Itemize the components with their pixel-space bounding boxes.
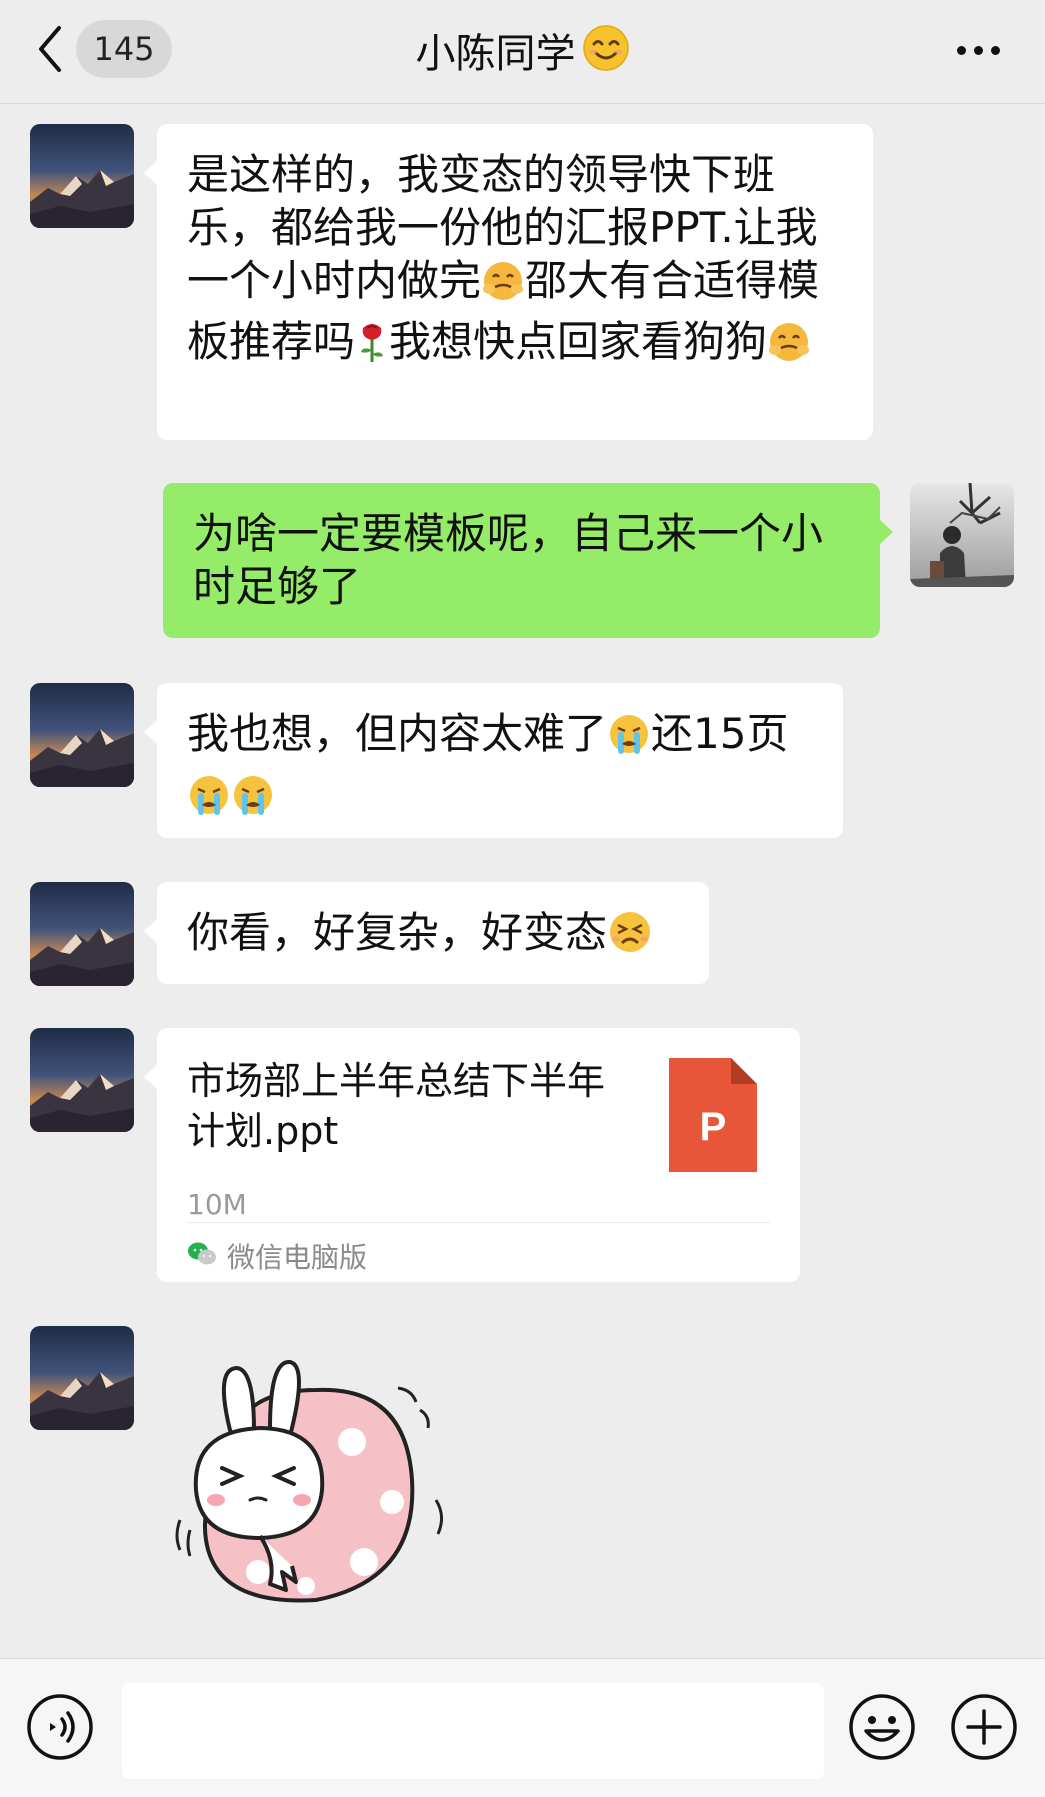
message-bubble-incoming[interactable]: 我也想，但内容太难了 还15页 <box>144 683 843 838</box>
more-options-button[interactable] <box>943 22 1013 78</box>
wechat-logo-icon <box>187 1241 217 1271</box>
contact-avatar[interactable] <box>30 1326 134 1430</box>
file-source: 微信电脑版 <box>187 1236 367 1276</box>
message-text: 我也想，但内容太难了 <box>187 709 608 758</box>
file-message-card[interactable]: 市场部上半年总结下半年计划.ppt 10M P 微信电脑版 <box>144 1028 800 1282</box>
smiling-face-icon <box>582 24 630 76</box>
chevron-left-icon <box>30 21 70 77</box>
crying-face-icon <box>607 712 651 768</box>
divider <box>187 1222 770 1223</box>
message-bubble-incoming[interactable]: 是这样的，我变态的领导快下班乐，都给我一份他的汇报PPT.让我一个小时内做完 邵大… <box>144 124 873 440</box>
message-bubble-incoming[interactable]: 你看，好复杂，好变态 <box>144 882 709 984</box>
file-source-text: 微信电脑版 <box>227 1241 368 1274</box>
input-bar <box>0 1658 1045 1797</box>
crying-face-icon <box>187 773 231 829</box>
hot-face-icon <box>481 259 525 315</box>
ppt-file-icon: P <box>669 1058 757 1172</box>
message-text: 你看，好复杂，好变态 <box>187 908 608 957</box>
file-size: 10M <box>187 1188 247 1221</box>
dot <box>990 45 1000 55</box>
back-button[interactable]: 145 <box>30 18 180 80</box>
contact-avatar[interactable] <box>30 882 134 986</box>
plus-icon[interactable] <box>950 1693 1018 1761</box>
contact-avatar[interactable] <box>30 124 134 228</box>
voice-icon[interactable] <box>26 1693 94 1761</box>
persevering-face-icon <box>607 909 653 967</box>
unread-count-badge: 145 <box>76 20 172 78</box>
file-name: 市场部上半年总结下半年计划.ppt <box>187 1059 606 1153</box>
hot-face-icon <box>767 320 811 376</box>
message-text: 还15页 <box>651 709 789 758</box>
message-input[interactable] <box>122 1683 824 1779</box>
crying-face-icon <box>231 773 275 829</box>
message-text: 为啥一定要模板呢，自己来一个小时足够了 <box>193 509 824 611</box>
message-bubble-outgoing[interactable]: 为啥一定要模板呢，自己来一个小时足够了 <box>163 483 893 638</box>
contact-avatar[interactable] <box>30 1028 134 1132</box>
bunny-squeezing-sticker[interactable] <box>166 1350 462 1622</box>
chat-header: 145 小陈同学 <box>0 0 1045 104</box>
chat-title: 小陈同学 <box>415 31 576 77</box>
dot <box>956 45 966 55</box>
rose-icon <box>355 320 389 376</box>
contact-avatar[interactable] <box>30 683 134 787</box>
dot <box>973 45 983 55</box>
message-text: 我想快点回家看狗狗 <box>389 317 768 366</box>
file-icon-letter: P <box>700 1105 727 1149</box>
my-avatar[interactable] <box>910 483 1014 587</box>
emoji-icon[interactable] <box>848 1693 916 1761</box>
